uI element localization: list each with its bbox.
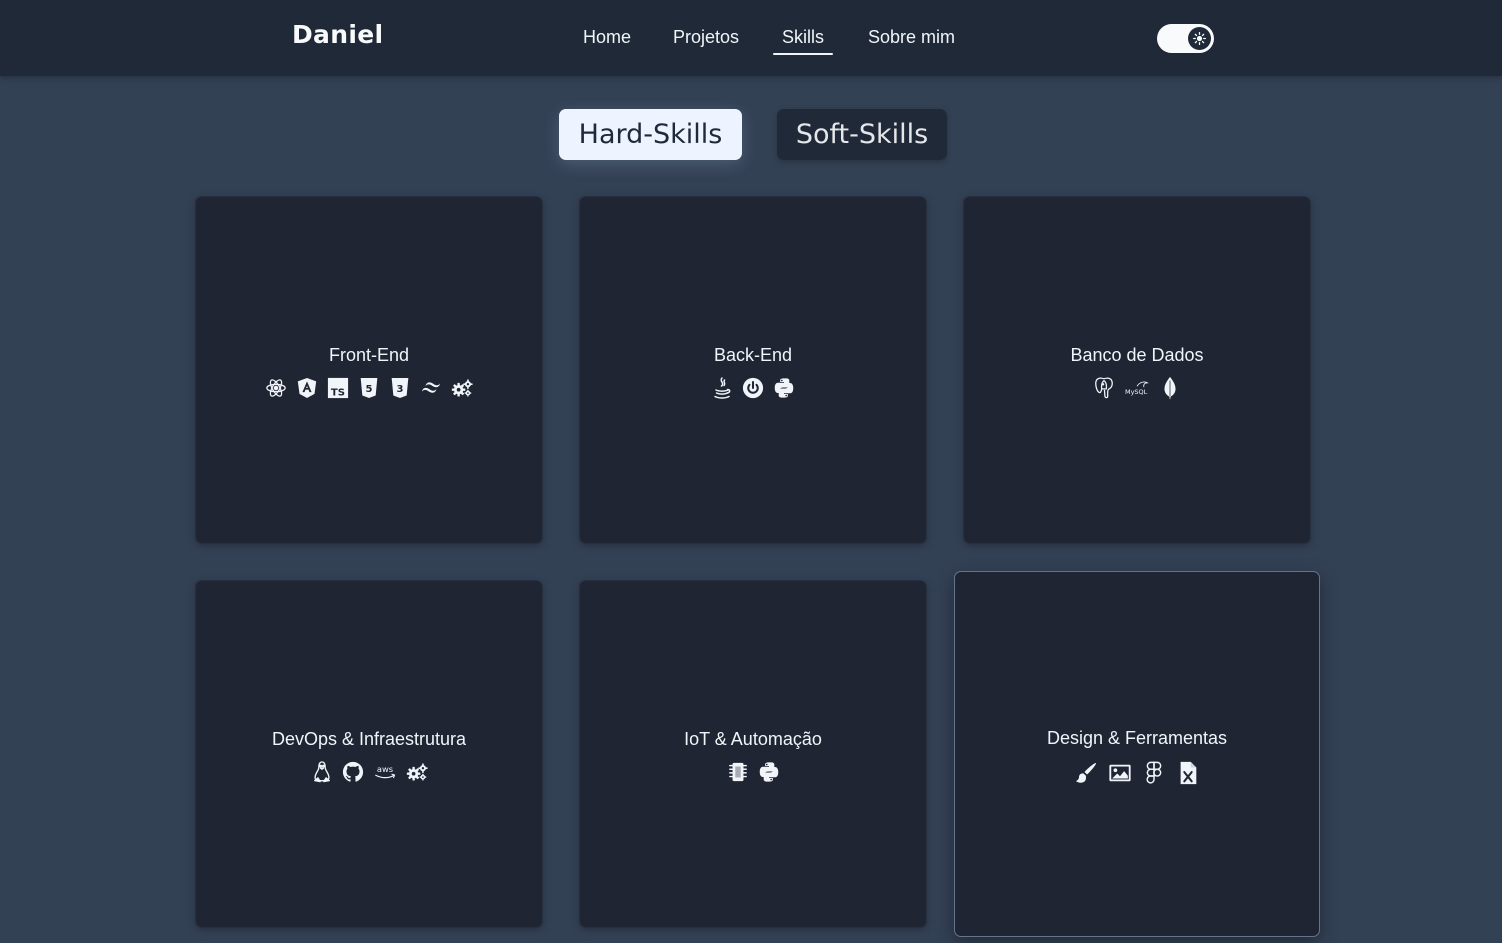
tab-hard-skills[interactable]: Hard-Skills bbox=[559, 109, 742, 160]
angular-icon bbox=[296, 377, 318, 399]
sun-icon bbox=[1193, 32, 1206, 45]
github-icon bbox=[342, 761, 364, 783]
cogs-icon bbox=[406, 761, 428, 783]
css3-icon: 3 bbox=[389, 377, 411, 399]
active-nav-indicator bbox=[773, 53, 833, 55]
paint-brush-icon bbox=[1074, 761, 1098, 785]
python-icon bbox=[758, 761, 780, 783]
brand-logo[interactable]: Daniel bbox=[292, 20, 383, 49]
mysql-icon: MySQL bbox=[1124, 377, 1150, 399]
svg-text:5: 5 bbox=[366, 384, 373, 395]
python-icon bbox=[773, 377, 795, 399]
aws-icon: aws bbox=[373, 761, 397, 783]
excel-icon bbox=[1176, 761, 1200, 785]
theme-toggle[interactable] bbox=[1157, 24, 1214, 53]
skill-card-back-end[interactable]: Back-End bbox=[579, 196, 927, 544]
card-title: DevOps & Infraestrutura bbox=[271, 729, 467, 749]
postgresql-icon bbox=[1093, 377, 1115, 399]
card-title: Banco de Dados bbox=[1070, 345, 1204, 365]
linux-icon bbox=[311, 761, 333, 783]
card-icons: MySQL bbox=[964, 376, 1310, 400]
svg-text:aws: aws bbox=[376, 764, 392, 774]
nav-link-projetos[interactable]: Projetos bbox=[673, 27, 739, 48]
card-icons: TS 5 3 bbox=[196, 377, 542, 399]
card-title: IoT & Automação bbox=[684, 729, 822, 749]
toggle-knob bbox=[1188, 27, 1211, 50]
tailwind-icon bbox=[420, 377, 442, 399]
mongodb-icon bbox=[1159, 376, 1181, 400]
react-icon bbox=[265, 377, 287, 399]
card-title: Design & Ferramentas bbox=[1046, 728, 1228, 748]
html5-icon: 5 bbox=[358, 377, 380, 399]
card-icons bbox=[955, 761, 1319, 785]
card-icons: aws bbox=[196, 761, 542, 783]
cogs-icon bbox=[451, 377, 473, 399]
card-title: Front-End bbox=[328, 345, 410, 365]
microchip-icon bbox=[727, 761, 749, 783]
skill-card-design[interactable]: Design & Ferramentas bbox=[954, 571, 1320, 937]
nav-link-skills[interactable]: Skills bbox=[782, 27, 824, 48]
svg-text:TS: TS bbox=[331, 387, 345, 398]
figma-icon bbox=[1142, 761, 1166, 785]
skill-card-banco-de-dados[interactable]: Banco de Dados MySQL bbox=[963, 196, 1311, 544]
card-icons bbox=[580, 377, 926, 399]
card-title: Back-End bbox=[713, 345, 793, 365]
skill-card-devops[interactable]: DevOps & Infraestrutura aws bbox=[195, 580, 543, 928]
nav-link-home[interactable]: Home bbox=[583, 27, 631, 48]
navbar: Daniel Home Projetos Skills Sobre mim bbox=[0, 0, 1502, 76]
nav-link-sobre-mim[interactable]: Sobre mim bbox=[868, 27, 955, 48]
java-icon bbox=[711, 377, 733, 399]
skill-card-iot[interactable]: IoT & Automação bbox=[579, 580, 927, 928]
spring-icon bbox=[742, 377, 764, 399]
image-icon bbox=[1108, 761, 1132, 785]
svg-text:MySQL: MySQL bbox=[1125, 388, 1148, 396]
svg-text:3: 3 bbox=[397, 384, 404, 395]
card-icons bbox=[580, 761, 926, 783]
typescript-icon: TS bbox=[327, 377, 349, 399]
tab-soft-skills[interactable]: Soft-Skills bbox=[777, 109, 947, 160]
skill-card-front-end[interactable]: Front-End TS 5 3 bbox=[195, 196, 543, 544]
